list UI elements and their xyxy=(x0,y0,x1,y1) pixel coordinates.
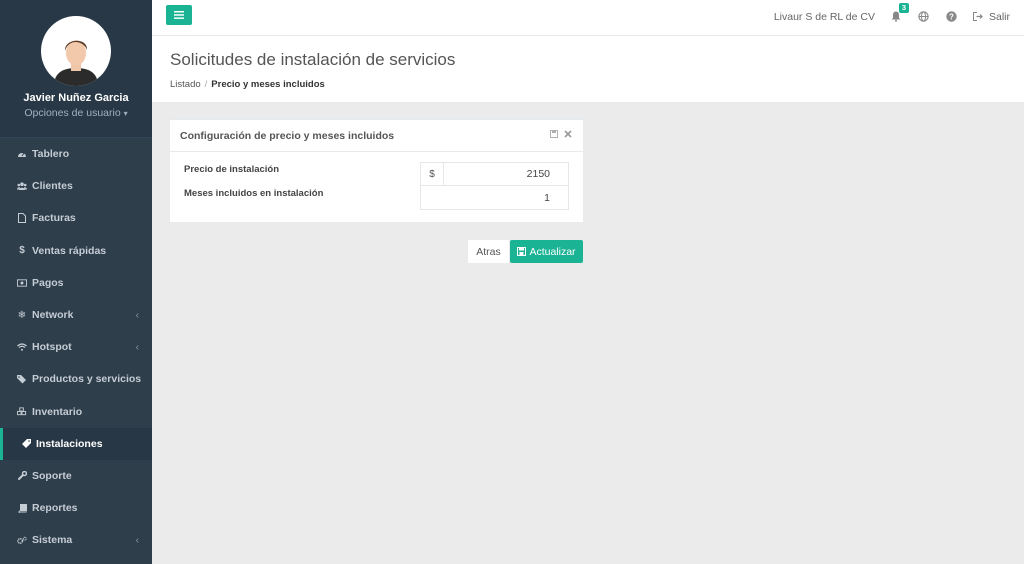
user-options-label: Opciones de usuario xyxy=(24,107,121,119)
tags-icon xyxy=(17,374,27,384)
currency-addon: $ xyxy=(421,163,444,185)
sidebar-item-label: Clientes xyxy=(32,180,73,193)
sidebar-item-facturas[interactable]: Facturas xyxy=(0,202,152,234)
price-input[interactable]: 2150 xyxy=(444,163,568,185)
help-button[interactable]: ? xyxy=(945,10,959,24)
panel-body: Precio de instalación Meses incluidos en… xyxy=(170,152,583,222)
dashboard-icon xyxy=(17,150,27,158)
sidebar-item-clientes[interactable]: Clientes xyxy=(0,170,152,202)
sidebar-item-label: Facturas xyxy=(32,212,76,225)
sidebar-item-label: Network xyxy=(32,309,74,322)
save-icon[interactable] xyxy=(550,130,558,138)
breadcrumb: Listado / Precio y meses incluidos xyxy=(170,79,1024,90)
sidebar-item-tablero[interactable]: Tablero xyxy=(0,138,152,170)
tag-icon xyxy=(21,439,31,449)
sign-out-icon xyxy=(972,12,983,21)
sidebar-item-network[interactable]: ❄ Network ‹ xyxy=(0,299,152,331)
sidebar-item-reportes[interactable]: Reportes xyxy=(0,492,152,524)
sidebar-item-label: Pagos xyxy=(32,276,64,289)
sidebar-item-label: Hotspot xyxy=(32,341,72,354)
globe-icon xyxy=(918,11,930,22)
page-title: Solicitudes de instalación de servicios xyxy=(170,50,456,69)
user-profile: Javier Nuñez Garcia Opciones de usuario … xyxy=(0,0,152,138)
top-navbar: Livaur S de RL de CV 3 ? Salir xyxy=(152,0,1024,36)
users-icon xyxy=(17,182,27,191)
sidebar-item-pagos[interactable]: Pagos xyxy=(0,267,152,299)
panel-header: Configuración de precio y meses incluido… xyxy=(170,120,583,152)
notifications-button[interactable]: 3 xyxy=(889,2,909,24)
config-panel: Configuración de precio y meses incluido… xyxy=(170,118,583,222)
months-input-group: 1 xyxy=(420,186,569,210)
user-name: Javier Nuñez Garcia xyxy=(23,92,129,104)
money-icon xyxy=(17,279,27,287)
sidebar-item-hotspot[interactable]: Hotspot ‹ xyxy=(0,331,152,363)
menu-toggle-button[interactable] xyxy=(166,5,192,25)
wifi-icon xyxy=(17,343,27,352)
question-circle-icon: ? xyxy=(946,11,958,22)
caret-down-icon: ▾ xyxy=(123,109,128,118)
sidebar-item-label: Sistema xyxy=(32,534,73,547)
price-input-group: $ 2150 xyxy=(420,162,569,186)
logout-label: Salir xyxy=(988,10,1010,23)
months-label: Meses incluidos en instalación xyxy=(184,188,324,199)
chevron-left-icon: ‹ xyxy=(135,309,139,321)
close-icon[interactable] xyxy=(564,130,572,138)
svg-text:?: ? xyxy=(950,12,955,21)
panel-title: Configuración de precio y meses incluido… xyxy=(180,129,395,142)
bell-icon xyxy=(891,11,901,22)
page-heading: Solicitudes de instalación de servicios … xyxy=(152,36,1024,103)
cogs-icon xyxy=(17,536,27,545)
sidebar-item-label: Soporte xyxy=(32,469,72,482)
breadcrumb-current: Precio y meses incluidos xyxy=(211,79,325,90)
update-label: Actualizar xyxy=(529,245,576,258)
company-name: Livaur S de RL de CV xyxy=(773,10,875,23)
sidebar-item-sistema[interactable]: Sistema ‹ xyxy=(0,524,152,556)
sidebar-item-label: Ventas rápidas xyxy=(32,244,107,257)
update-button[interactable]: Actualizar xyxy=(510,240,583,263)
snowflake-icon: ❄ xyxy=(17,309,27,321)
price-label: Precio de instalación xyxy=(184,164,280,175)
sidebar-item-soporte[interactable]: Soporte xyxy=(0,460,152,492)
sidebar: Javier Nuñez Garcia Opciones de usuario … xyxy=(0,0,152,564)
sidebar-item-label: Tablero xyxy=(32,148,70,161)
notification-badge: 3 xyxy=(898,2,909,13)
user-options-dropdown[interactable]: Opciones de usuario ▾ xyxy=(0,107,152,119)
save-icon xyxy=(517,247,527,256)
avatar[interactable] xyxy=(41,16,111,86)
months-input[interactable]: 1 xyxy=(421,186,568,209)
document-icon xyxy=(17,213,27,224)
dollar-icon: $ xyxy=(19,245,25,257)
logout-button[interactable]: Salir xyxy=(972,10,1010,23)
sidebar-item-productos-y-servicios[interactable]: Productos y servicios xyxy=(0,363,152,395)
breadcrumb-separator: / xyxy=(204,79,208,90)
cubes-icon xyxy=(17,407,27,416)
back-button[interactable]: Atras xyxy=(468,240,509,263)
top-right-area: Livaur S de RL de CV 3 ? Salir xyxy=(774,0,1010,33)
sidebar-item-inventario[interactable]: Inventario xyxy=(0,396,152,428)
sidebar-nav: Tablero Clientes Facturas $ Ventas rápid… xyxy=(0,138,152,556)
chevron-left-icon: ‹ xyxy=(135,341,139,353)
book-icon xyxy=(17,503,27,513)
sidebar-item-label: Inventario xyxy=(32,405,83,418)
sidebar-item-instalaciones[interactable]: Instalaciones xyxy=(0,427,152,460)
wrench-icon xyxy=(17,471,27,481)
sidebar-item-label: Productos y servicios xyxy=(32,373,142,386)
hamburger-icon xyxy=(174,11,184,19)
chevron-left-icon: ‹ xyxy=(135,534,139,546)
panel-tools xyxy=(550,130,572,138)
sidebar-item-label: Instalaciones xyxy=(36,437,103,450)
breadcrumb-listado-link[interactable]: Listado xyxy=(170,79,201,90)
globe-button[interactable] xyxy=(917,10,931,24)
sidebar-item-ventas-rapidas[interactable]: $ Ventas rápidas xyxy=(0,235,152,267)
sidebar-item-label: Reportes xyxy=(32,502,78,515)
